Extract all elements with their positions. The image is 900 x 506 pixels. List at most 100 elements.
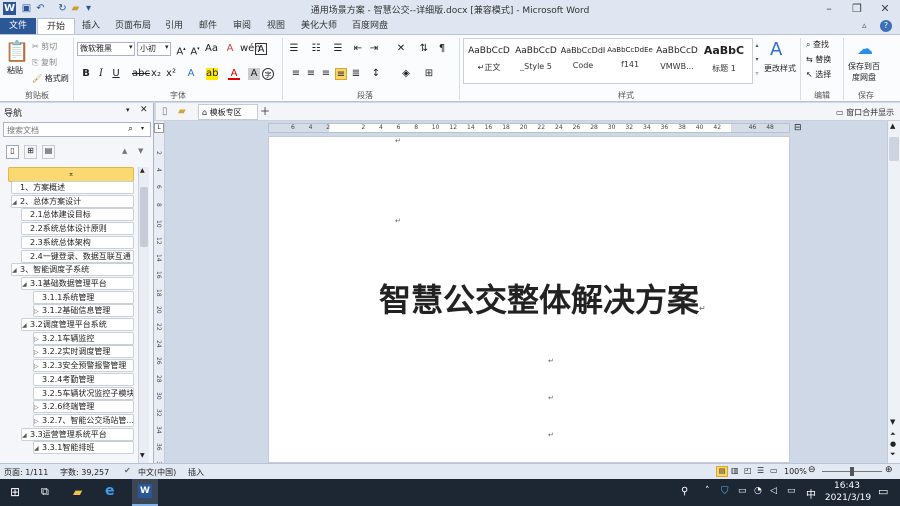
draft-view-icon[interactable]: ▭ xyxy=(770,466,778,475)
browse-results-icon[interactable]: ▤ xyxy=(42,145,55,159)
underline-icon[interactable]: U xyxy=(110,68,122,80)
nav-heading-item[interactable]: 3.1.1系统管理 xyxy=(33,290,134,304)
tab-mailings[interactable]: 邮件 xyxy=(193,18,223,34)
collapse-icon[interactable]: ◢ xyxy=(22,279,30,289)
bullets-icon[interactable]: ☰ xyxy=(288,43,300,55)
view-ruler-icon[interactable]: ⊟ xyxy=(794,123,802,133)
distributed-icon[interactable]: ≣ xyxy=(350,68,362,80)
italic-icon[interactable]: I xyxy=(95,68,107,80)
clear-format-icon[interactable]: A xyxy=(224,43,236,55)
styles-scroll-icon[interactable]: ▴ ▾ ▿ xyxy=(753,39,761,83)
vertical-ruler[interactable]: L 2468101214161820222426283032343638 xyxy=(154,121,165,468)
word-taskbar-button[interactable]: W xyxy=(132,479,158,506)
full-screen-reading-icon[interactable]: ▥ xyxy=(731,466,739,475)
tab-view[interactable]: 视图 xyxy=(261,18,291,34)
multilevel-list-icon[interactable]: ☰ xyxy=(332,43,344,55)
style-f141[interactable]: AaBbCcDdEe f141 xyxy=(607,40,653,80)
phonetic-guide-icon[interactable]: wén xyxy=(240,43,261,55)
collapse-icon[interactable]: ◢ xyxy=(34,443,42,453)
shading-icon[interactable]: ◈ xyxy=(400,68,412,80)
save-to-baidu-label-1[interactable]: 保存到百 xyxy=(848,61,880,72)
document-scrollbar[interactable]: ▲ ▼ ⏶ ● ⏷ xyxy=(887,121,900,463)
style-vmwb[interactable]: AaBbCcD VMWB... xyxy=(654,40,700,80)
align-right-icon[interactable]: ≡ xyxy=(320,68,332,80)
proofing-icon[interactable]: ✔ xyxy=(124,466,131,475)
nav-heading-item[interactable]: 3.2.5车辆状况监控子模块 xyxy=(33,386,134,400)
nav-heading-item[interactable]: ▷ 3.2.6终端管理 xyxy=(33,400,134,414)
notification-icon[interactable]: ▭ xyxy=(878,485,888,498)
nav-heading-item[interactable]: ▷ 3.2.2实时调度管理 xyxy=(33,345,134,359)
security-icon[interactable]: ⛉ xyxy=(721,486,729,497)
copy-button[interactable]: ⎘ 复制 xyxy=(32,57,57,68)
expand-icon[interactable]: ▷ xyxy=(34,402,42,412)
zoom-in-icon[interactable]: ⊕ xyxy=(885,465,893,475)
nav-heading-item[interactable]: ◢ 3.3运营管理系统平台 xyxy=(21,427,134,441)
language-indicator[interactable]: 中文(中国) xyxy=(138,467,176,478)
nav-heading-item[interactable]: 2.3系统总体架构 xyxy=(21,235,134,249)
windows-start-icon[interactable]: ⊞ xyxy=(10,485,20,499)
tab-review[interactable]: 审阅 xyxy=(227,18,257,34)
clock-date[interactable]: 2021/3/19 xyxy=(820,493,876,503)
char-border-icon[interactable]: A xyxy=(255,43,267,55)
sort-icon[interactable]: ⇅ xyxy=(418,43,430,55)
ie-browser-icon[interactable]: e xyxy=(105,483,115,499)
search-icon[interactable]: ⌕ xyxy=(128,124,133,134)
nav-options-icon[interactable]: ▾ xyxy=(126,106,130,114)
add-tab-icon[interactable]: + xyxy=(260,104,270,118)
scroll-up-icon[interactable]: ▲ xyxy=(890,122,895,130)
cut-button[interactable]: ✂ 剪切 xyxy=(32,41,57,52)
scroll-up-icon[interactable]: ▲ xyxy=(140,167,145,174)
tab-beautify-master[interactable]: 美化大师 xyxy=(296,18,342,34)
network-icon[interactable]: ▭ xyxy=(738,486,747,496)
grow-font-icon[interactable]: A▴ xyxy=(175,43,187,57)
next-page-icon[interactable]: ⏷ xyxy=(890,450,896,459)
tab-insert[interactable]: 插入 xyxy=(76,18,106,34)
nav-heading-item[interactable]: 1、方案概述 xyxy=(11,181,134,194)
ribbon-minimize-icon[interactable]: ▵ xyxy=(862,21,867,31)
nav-current-item[interactable]: ⌅ xyxy=(8,167,134,182)
expand-icon[interactable]: ▷ xyxy=(34,361,42,371)
battery-icon[interactable]: ▭ xyxy=(787,486,796,496)
next-heading-icon[interactable]: ▼ xyxy=(138,147,143,155)
text-effects-icon[interactable]: A xyxy=(185,68,197,80)
wifi-icon[interactable]: ◔ xyxy=(754,486,762,496)
zoom-out-icon[interactable]: ⊖ xyxy=(808,465,816,475)
format-painter-button[interactable]: 🖌 格式刷 xyxy=(32,73,69,84)
expand-icon[interactable]: ▷ xyxy=(34,306,42,316)
increase-indent-icon[interactable]: ⇥ xyxy=(368,43,380,55)
browse-pages-icon[interactable]: ⊞ xyxy=(24,145,37,159)
enclose-char-icon[interactable]: 字 xyxy=(262,68,274,80)
chinese-layout-icon[interactable]: ✕ xyxy=(395,43,407,55)
document-page[interactable]: ↵ ↵ 智慧公交整体解决方案↵ ↵ ↵ ↵ xyxy=(268,136,790,463)
insert-mode[interactable]: 插入 xyxy=(188,467,204,478)
browse-object-icon[interactable]: ● xyxy=(890,440,896,448)
previous-heading-icon[interactable]: ▲ xyxy=(122,147,127,155)
change-styles-icon[interactable]: A xyxy=(770,39,782,60)
paste-button[interactable]: 粘贴 xyxy=(7,65,23,76)
nav-scrollbar[interactable]: ▲ ▼ xyxy=(138,167,149,463)
web-layout-icon[interactable]: ◰ xyxy=(744,466,752,475)
highlight-icon[interactable]: ab xyxy=(206,68,218,80)
nav-heading-item[interactable]: 2.2系统总体设计原则 xyxy=(21,222,134,236)
nav-search-box[interactable]: 搜索文档 ⌕ ▾ xyxy=(3,122,151,137)
char-shading-icon[interactable]: A xyxy=(248,68,260,80)
align-left-icon[interactable]: ≡ xyxy=(290,68,302,80)
style-normal[interactable]: AaBbCcD ↵正文 xyxy=(466,40,512,80)
save-to-baidu-label-2[interactable]: 度网盘 xyxy=(852,72,876,83)
baidu-cloud-icon[interactable]: ☁ xyxy=(857,39,873,58)
tab-page-layout[interactable]: 页面布局 xyxy=(110,18,156,34)
tab-baidu-netdisk[interactable]: 百度网盘 xyxy=(347,18,393,34)
nav-heading-item[interactable]: ◢ 2、总体方案设计 xyxy=(11,194,134,208)
nav-close-icon[interactable]: ✕ xyxy=(140,105,148,115)
change-styles-button[interactable]: 更改样式 xyxy=(764,63,796,74)
shrink-font-icon[interactable]: A▾ xyxy=(189,43,201,57)
strikethrough-icon[interactable]: abc xyxy=(132,68,150,80)
minimize-button[interactable]: – xyxy=(815,0,843,18)
scroll-down-icon[interactable]: ▼ xyxy=(140,452,145,459)
doc-scroll-thumb[interactable] xyxy=(889,137,899,161)
tab-home[interactable]: 开始 xyxy=(37,18,75,34)
line-spacing-icon[interactable]: ↕ xyxy=(370,68,382,80)
nav-heading-item[interactable]: 2.4一键登录、数据互联互通 xyxy=(21,249,134,263)
file-explorer-icon[interactable]: ▰ xyxy=(73,485,82,499)
nav-heading-item[interactable]: 3.2.4考勤管理 xyxy=(33,372,134,386)
